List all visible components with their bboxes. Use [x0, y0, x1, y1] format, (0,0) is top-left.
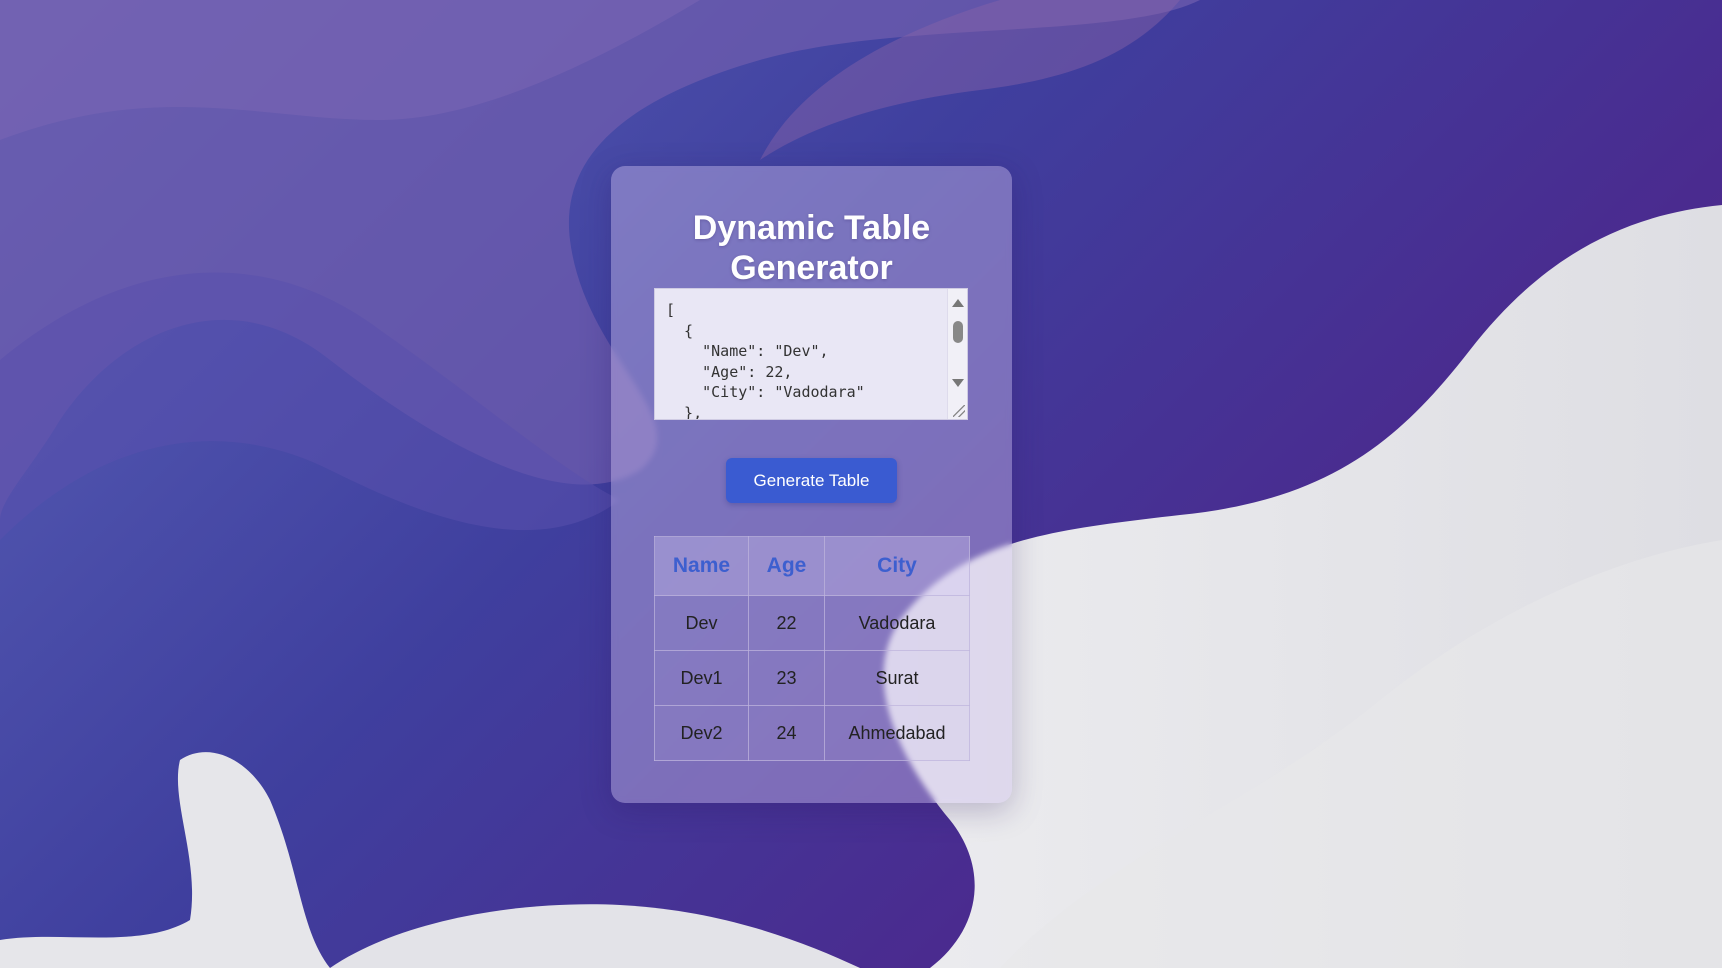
generator-card: Dynamic Table Generator [ { "Name": "Dev… — [611, 166, 1012, 803]
title-line-2: Generator — [730, 249, 893, 287]
cell-age: 22 — [748, 595, 825, 651]
cell-city: Ahmedabad — [824, 705, 970, 761]
table-row: Dev1 23 Surat — [654, 650, 970, 706]
cell-age: 24 — [748, 705, 825, 761]
cell-city: Surat — [824, 650, 970, 706]
column-header-city: City — [824, 536, 970, 596]
table-row: Dev2 24 Ahmedabad — [654, 705, 970, 761]
generate-table-button[interactable]: Generate Table — [726, 458, 897, 503]
chevron-down-icon[interactable] — [952, 379, 964, 387]
chevron-up-icon[interactable] — [952, 299, 964, 307]
textarea-scrollbar[interactable] — [947, 289, 967, 419]
cell-city: Vadodara — [824, 595, 970, 651]
cell-name: Dev1 — [654, 650, 749, 706]
cell-age: 23 — [748, 650, 825, 706]
resize-grip-icon[interactable] — [953, 405, 965, 417]
page-title: Dynamic Table Generator — [611, 208, 1012, 288]
scrollbar-thumb[interactable] — [953, 321, 963, 343]
table-header-row: Name Age City — [654, 536, 970, 596]
column-header-name: Name — [654, 536, 749, 596]
table-row: Dev 22 Vadodara — [654, 595, 970, 651]
title-line-1: Dynamic Table — [692, 209, 931, 247]
json-input-textarea[interactable]: [ { "Name": "Dev", "Age": 22, "City": "V… — [654, 288, 968, 420]
cell-name: Dev — [654, 595, 749, 651]
json-input-value[interactable]: [ { "Name": "Dev", "Age": 22, "City": "V… — [666, 300, 865, 419]
column-header-age: Age — [748, 536, 825, 596]
data-table: Name Age City Dev 22 Vadodara Dev1 23 Su… — [654, 536, 970, 761]
cell-name: Dev2 — [654, 705, 749, 761]
